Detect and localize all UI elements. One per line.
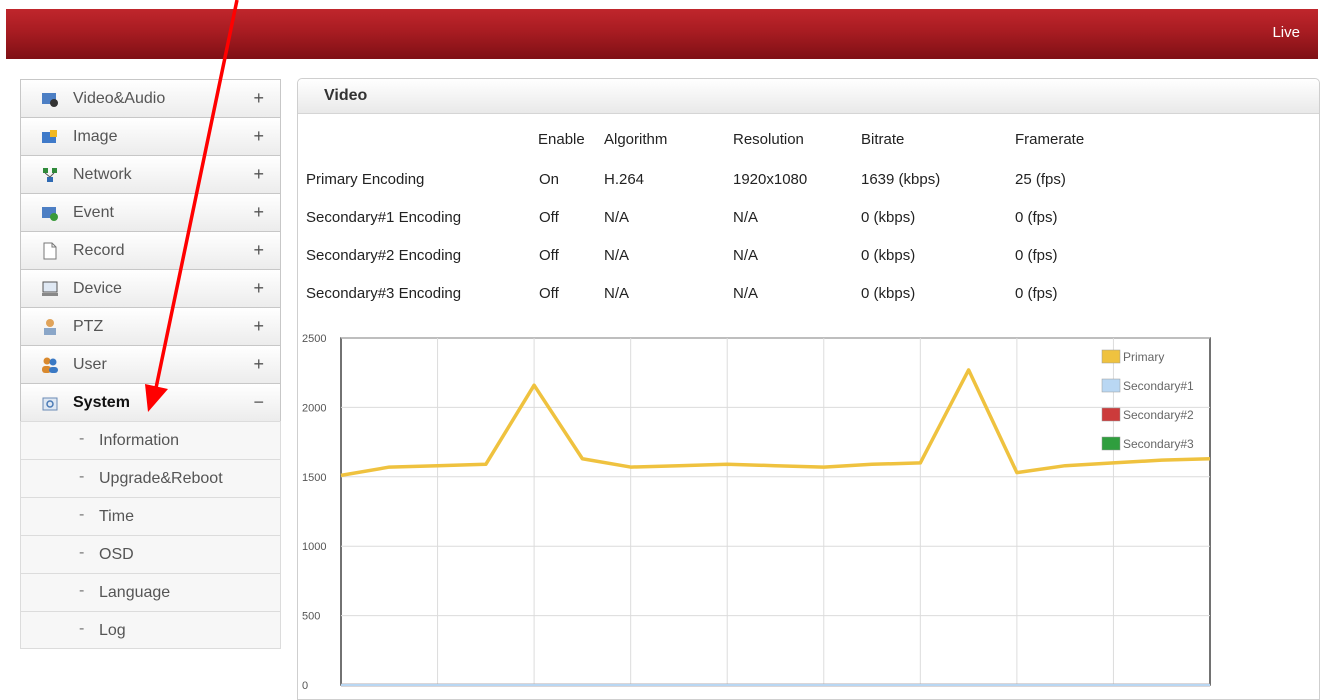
y-tick-label: 0 [302,680,308,692]
legend-label: Secondary#1 [1123,379,1194,393]
chart-grid [340,337,1211,686]
legend-swatch [1101,407,1121,422]
y-tick-label: 2500 [302,333,326,345]
y-tick-label: 2000 [302,402,326,414]
legend-label: Primary [1123,350,1164,364]
legend-swatch [1101,349,1121,364]
legend-label: Secondary#2 [1123,408,1194,422]
bitrate-chart: 0 500 1000 1500 2000 2500 Primary Secondary#1 S… [302,333,1211,692]
legend-swatch [1101,436,1121,451]
plot-frame [340,337,1211,686]
y-tick-label: 1500 [302,472,326,484]
legend-swatch [1101,378,1121,393]
legend-label: Secondary#3 [1123,437,1194,451]
y-tick-label: 500 [302,611,320,623]
y-axis-ticks: 0 500 1000 1500 2000 2500 [302,333,326,692]
y-tick-label: 1000 [302,541,326,553]
